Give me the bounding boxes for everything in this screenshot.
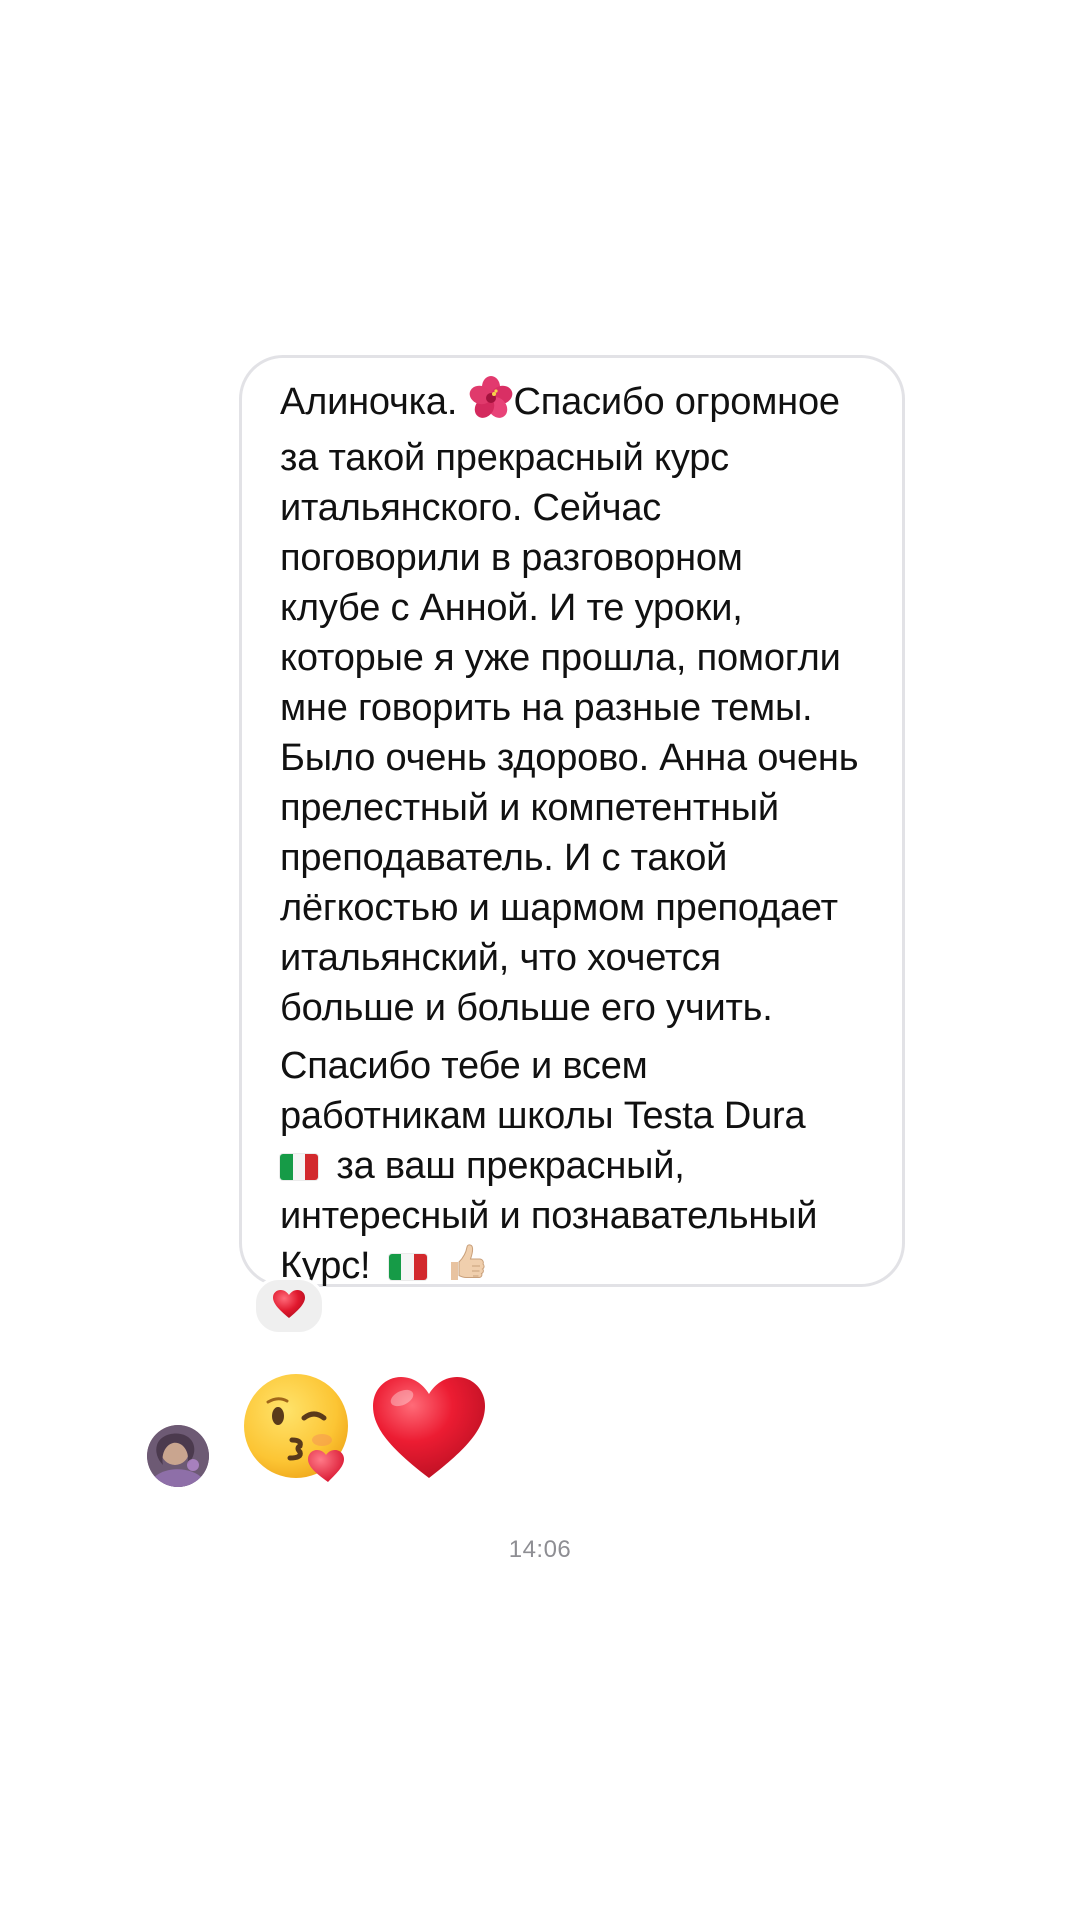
avatar[interactable] (147, 1425, 209, 1487)
message-line: преподаватель. И с такой (280, 837, 728, 879)
message-line: работникам школы Testa Dura (280, 1095, 806, 1137)
message-line: прелестный и компетентный (280, 787, 779, 829)
timestamp: 14:06 (508, 1536, 572, 1563)
hibiscus-icon (468, 376, 514, 433)
message-line: интересный и познавательный (280, 1195, 818, 1237)
message-line-text: Спасибо огромное (513, 381, 840, 423)
reaction-badge[interactable] (253, 1277, 325, 1335)
message-line: Было очень здорово. Анна очень (280, 737, 859, 779)
message-text: Алиночка. Спасибо огромное за такой прек… (280, 376, 890, 1297)
message-line: лёгкостью и шармом преподает (280, 887, 838, 929)
message-line: итальянского. Сейчас (280, 487, 662, 529)
thumbs-up-icon (445, 1242, 485, 1297)
message-line: клубе с Анной. И те уроки, (280, 587, 743, 629)
message-line-text: за ваш прекрасный, (336, 1145, 685, 1187)
italy-flag-icon (388, 1254, 427, 1280)
kissing-face-with-heart-icon (240, 1370, 356, 1491)
chat-thread: Алиночка. Спасибо огромное за такой прек… (0, 0, 1080, 1920)
message-line: итальянский, что хочется (280, 937, 721, 979)
message-bubble[interactable]: Алиночка. Спасибо огромное за такой прек… (239, 355, 905, 1287)
message-line: мне говорить на разные темы. (280, 687, 813, 729)
message-line: поговорили в разговорном (280, 537, 743, 579)
red-heart-icon (370, 1374, 488, 1487)
message-line-text: Алиночка. (280, 381, 458, 423)
message-line: Спасибо тебе и всем (280, 1045, 648, 1087)
avatar-image (147, 1425, 209, 1487)
message-line: больше и больше его учить. (280, 987, 773, 1029)
message-line: за ваш прекрасный, (280, 1141, 890, 1191)
message-line: Алиночка. Спасибо огромное (280, 376, 890, 433)
emoji-reply-message[interactable] (240, 1360, 488, 1500)
message-line: которые я уже прошла, помогли (280, 637, 841, 679)
heart-icon (272, 1289, 306, 1324)
italy-flag-icon (280, 1154, 318, 1180)
message-line: за такой прекрасный курс (280, 437, 729, 479)
message-line: Курс! (280, 1241, 890, 1297)
